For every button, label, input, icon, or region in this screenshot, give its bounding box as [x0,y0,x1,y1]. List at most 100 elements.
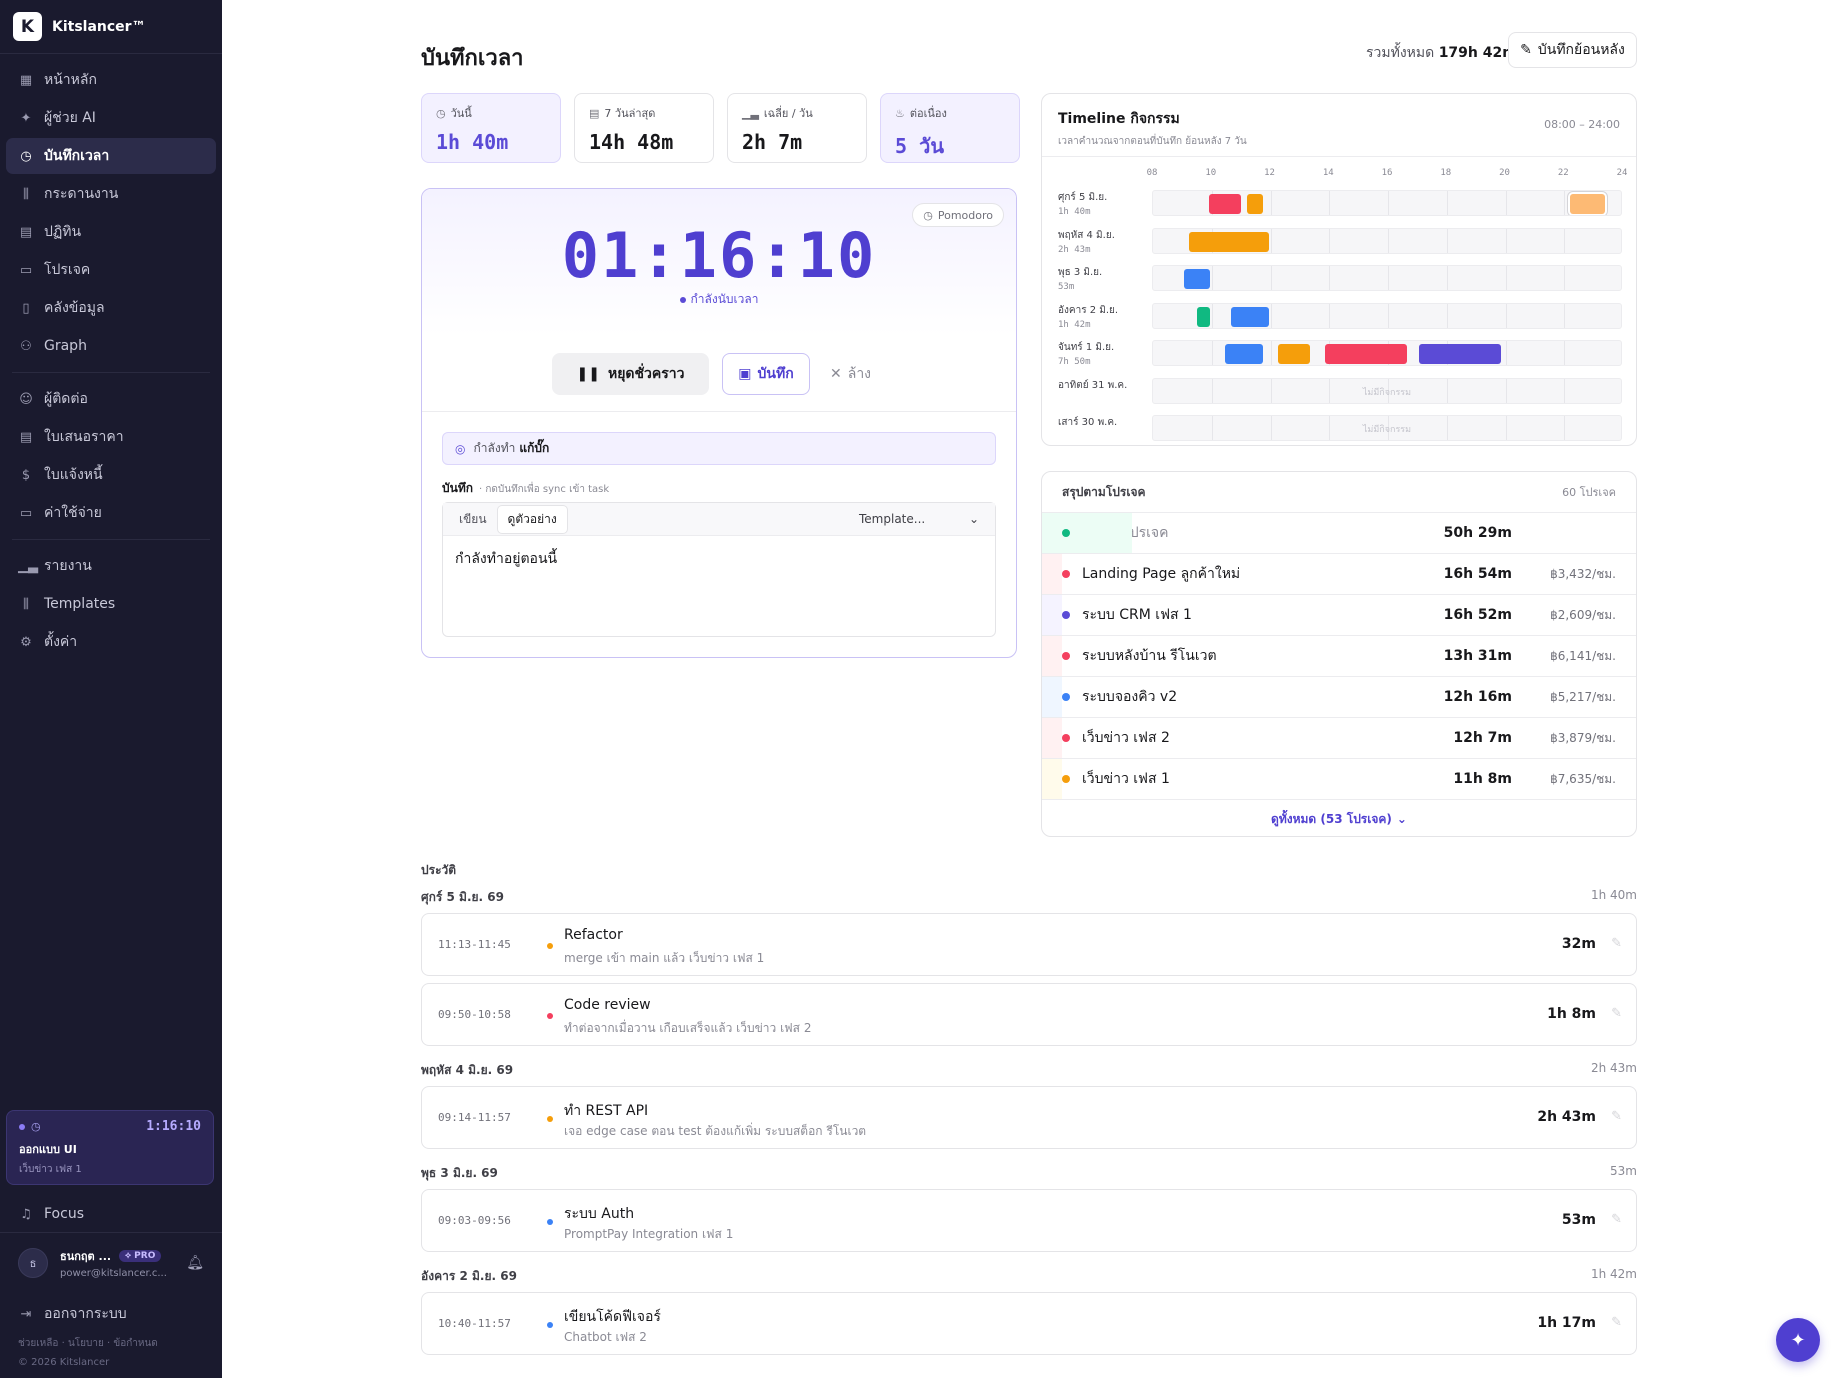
current-task[interactable]: ◎ กำลังทำ แก้บั๊ก [442,432,996,465]
template-select[interactable]: Template... ⌄ [859,512,989,526]
avatar: ธ [18,1247,48,1278]
timeline-bar[interactable] [1324,344,1408,364]
stat-label: ♨ ต่อเนื่อง [895,104,1005,122]
entry-color-dot [547,1219,553,1225]
timeline-day-total: 1h 42m [1058,319,1091,330]
nav-icon: ⫼ [23,596,29,612]
save-icon: ▣ [738,366,752,382]
pencil-icon[interactable]: ✎ [1611,936,1622,951]
project-accent [1042,636,1062,676]
sidebar-item[interactable]: ◷ บันทึกเวลา [6,138,216,174]
stat-label: ◷ วันนี้ [436,104,546,122]
sidebar-item[interactable]: ▁▃ รายงาน [6,548,216,584]
history-entry[interactable]: 09:14-11:57 ทำ REST API เจอ edge case ตอน … [421,1086,1637,1149]
timeline-tick: 16 [1381,168,1393,178]
sidebar-item[interactable]: ⫼ กระดานงาน [6,176,216,212]
timeline-track [1152,302,1622,329]
timeline-day: อาทิตย์ 31 พ.ค. [1058,379,1128,391]
timeline-gridline [1270,341,1272,365]
history-entry[interactable]: 11:13-11:45 Refactor merge เข้า main แล้ว … [421,913,1637,976]
sidebar-item[interactable]: ▯ คลังข้อมูล [6,290,216,326]
brand[interactable]: K Kitslancer™ [0,0,222,54]
stat-label-text: เฉลี่ย / วัน [763,107,813,120]
project-row[interactable]: ไม่ระบุโปรเจค50h 29m [1042,513,1636,554]
sidebar-item-label: กระดานงาน [44,186,119,202]
sidebar-item-label: ใบแจ้งหนี้ [44,467,103,483]
history-entry[interactable]: 10:40-11:57 เขียนโค้ดฟีเจอร์ Chatbot เฟส 2… [421,1292,1637,1355]
project-row[interactable]: เว็บข่าว เฟส 2 12h 7m ฿3,879/ชม. [1042,718,1636,759]
timeline-gridline [1564,341,1566,365]
close-icon: ✕ [830,366,842,382]
backfill-button[interactable]: ✎ บันทึกย้อนหลัง [1508,32,1637,68]
sidebar-item[interactable]: ▦ หน้าหลัก [6,62,216,98]
timeline-empty: ไม่มีกิจกรรม [1362,425,1412,435]
sidebar-item[interactable]: ▤ ใบเสนอราคา [6,419,216,455]
stat-value: 2h 7m [742,130,803,154]
pause-button[interactable]: ❚❚ หยุดชั่วคราว [552,353,709,395]
timeline-gridline [1505,191,1507,215]
project-row[interactable]: ระบบหลังบ้าน รีโนเวต 13h 31m ฿6,141/ชม. [1042,636,1636,677]
pencil-icon[interactable]: ✎ [1611,1212,1622,1227]
sidebar-item[interactable]: $ ใบแจ้งหนี้ [6,457,216,493]
project-row[interactable]: เว็บข่าว เฟส 1 11h 8m ฿7,635/ชม. [1042,759,1636,800]
logout-button[interactable]: ⇥ ออกจากระบบ [6,1296,214,1332]
project-row[interactable]: ระบบจองคิว v2 12h 16m ฿5,217/ชม. [1042,677,1636,718]
sidebar-item[interactable]: ▤ ปฏิทิน [6,214,216,250]
timeline-bar[interactable] [1277,344,1311,364]
user-email: power@kitslancer.c... [60,1267,167,1279]
activity-timeline: Timeline กิจกรรม เวลาคำนวณจากตอนที่บันทึ… [1041,93,1637,446]
entry-duration: 1h 17m [1537,1315,1596,1331]
history-day-total: 1h 42m [1590,1267,1637,1281]
save-button[interactable]: ▣ บันทึก [722,353,810,395]
mini-timer[interactable]: ◷ 1:16:10 ออกแบบ UI เว็บข่าว เฟส 1 [6,1110,214,1185]
view-all-projects-button[interactable]: ดูทั้งหมด (53 โปรเจค) ⌄ [1042,800,1636,836]
timeline-bar[interactable] [1183,269,1210,289]
total-value: 179h 42m [1438,45,1517,61]
clear-button[interactable]: ✕ ล้าง [830,353,890,395]
nav-divider [12,539,210,540]
timeline-tick: 24 [1616,168,1628,178]
sidebar-item[interactable]: ✦ ผู้ช่วย AI [6,100,216,136]
timeline-bar[interactable] [1197,306,1211,327]
user-profile[interactable]: ธ ธนกฤต ... ⟡ PRO power@kitslancer.c... 🔔… [0,1232,222,1292]
ai-assistant-button[interactable]: ✦ [1776,1318,1820,1362]
history-entry[interactable]: 09:50-10:58 Code review ทำต่อจากเมื่อวาน เ… [421,983,1637,1046]
footer-links[interactable]: ช่วยเหลือ · นโยบาย · ข้อกำหนด [18,1336,158,1351]
project-row[interactable]: ระบบ CRM เฟส 1 16h 52m ฿2,609/ชม. [1042,595,1636,636]
sidebar-item[interactable]: ☺ ผู้ติดต่อ [6,381,216,417]
project-summary: สรุปตามโปรเจค 60 โปรเจค ไม่ระบุโปรเจค50h… [1041,471,1637,837]
sidebar-item[interactable]: ⚙ ตั้งค่า [6,624,216,660]
pencil-icon[interactable]: ✎ [1611,1109,1622,1124]
sidebar-item-label: คลังข้อมูล [44,300,105,316]
history-entry[interactable]: 09:03-09:56 ระบบ Auth PromptPay Integratio… [421,1189,1637,1252]
timeline-bar[interactable] [1418,344,1502,364]
timeline-bar[interactable] [1224,344,1264,364]
stat-icon: ▤ [589,106,600,120]
project-duration: 16h 52m [1443,607,1512,623]
timeline-bar[interactable] [1247,194,1264,214]
timeline-gridline [1564,228,1566,253]
sidebar-item[interactable]: ▭ โปรเจค [6,252,216,288]
chevron-down-icon: ⌄ [968,512,979,526]
bell-icon[interactable]: 🔔︎ [186,1255,204,1271]
timeline-bar[interactable] [1208,194,1242,214]
stat-card: ▤ 7 วันล่าสุด 14h 48m [574,93,714,163]
tab-write[interactable]: เขียน [449,506,497,533]
nav-icon: ⚙ [20,634,32,650]
timeline-bar[interactable] [1570,194,1606,214]
timeline-subtitle: เวลาคำนวณจากตอนที่บันทึก ย้อนหลัง 7 วัน [1058,136,1247,147]
focus-button[interactable]: ♫ Focus [6,1196,214,1232]
entry-duration: 32m [1561,936,1596,952]
timeline-day-label: พฤหัส 4 มิ.ย. 2h 43m [1058,228,1148,255]
history-date: ศุกร์ 5 มิ.ย. 69 [421,890,504,904]
pencil-icon[interactable]: ✎ [1611,1315,1622,1330]
sidebar-item[interactable]: ▭ ค่าใช้จ่าย [6,495,216,531]
sidebar-item[interactable]: ⫼ Templates [6,586,216,622]
pencil-icon[interactable]: ✎ [1611,1006,1622,1021]
sidebar-item[interactable]: ⚇ Graph [6,328,216,364]
timeline-bar[interactable] [1189,231,1270,252]
project-row[interactable]: Landing Page ลูกค้าใหม่ 16h 54m ฿3,432/ชม. [1042,554,1636,595]
tab-preview[interactable]: ดูตัวอย่าง [496,504,568,534]
timeline-bar[interactable] [1231,306,1270,327]
note-preview[interactable]: กำลังทำอยู่ตอนนี้ [443,536,995,582]
